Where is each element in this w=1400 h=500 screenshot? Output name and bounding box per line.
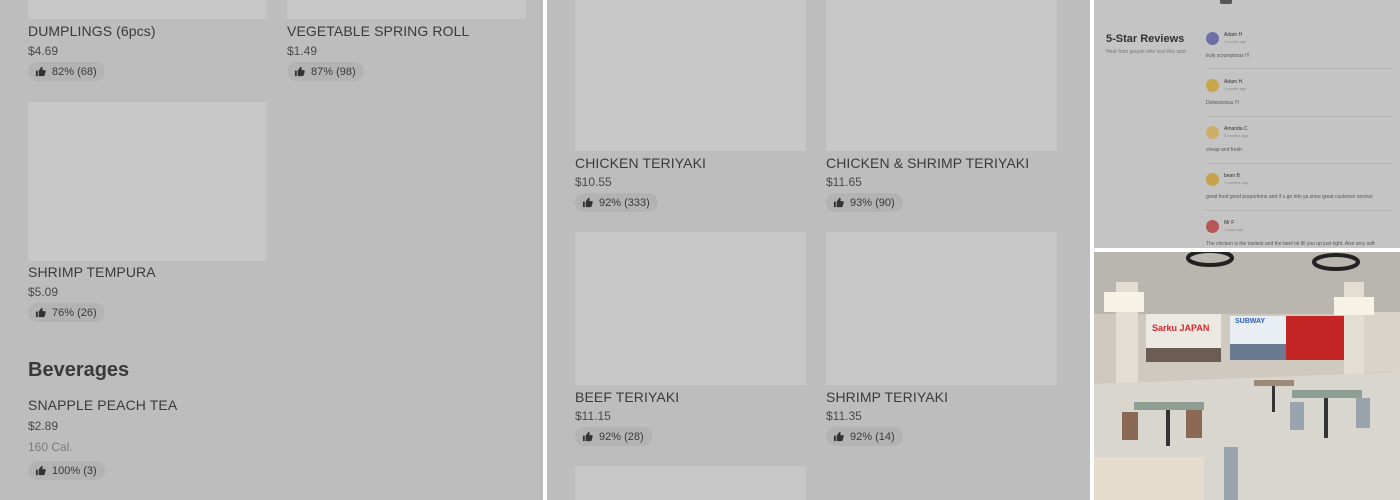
item-image[interactable]: [826, 0, 1057, 151]
review-item[interactable]: Mr F 1 year ago The chicken is the tasti…: [1206, 220, 1392, 248]
reviewer-name: Adam H: [1224, 32, 1243, 38]
review-time: 1 year ago: [1224, 227, 1243, 232]
rating-badge: 100% (3): [28, 461, 105, 480]
item-image[interactable]: [575, 232, 806, 385]
store-sign: SUBWAY: [1235, 318, 1266, 325]
divider: [1206, 68, 1392, 69]
review-text: truly scrumptious !!!: [1206, 53, 1250, 59]
item-price: $11.15: [575, 409, 611, 423]
rating-text: 87% (98): [311, 65, 356, 78]
rating-badge: 82% (68): [28, 62, 105, 81]
item-price: $4.69: [28, 44, 59, 58]
scroll-indicator: [1220, 0, 1232, 4]
item-name[interactable]: SHRIMP TERIYAKI: [826, 389, 948, 405]
location-photo[interactable]: Sarku JAPAN SUBWAY: [1094, 252, 1400, 500]
food-court-photo: [1094, 252, 1400, 500]
item-name[interactable]: CHICKEN & SHRIMP TERIYAKI: [826, 155, 1029, 171]
review-item[interactable]: Adam H 1 month ago truly scrumptious !!!: [1206, 32, 1392, 69]
item-price: $10.55: [575, 175, 612, 189]
rating-badge: 93% (90): [826, 193, 903, 212]
item-image[interactable]: [575, 0, 806, 151]
avatar: [1206, 173, 1219, 186]
avatar: [1206, 220, 1219, 233]
review-time: 7 months ago: [1224, 180, 1249, 185]
reviewer-name: Adam H.: [1224, 79, 1244, 85]
item-image[interactable]: [575, 466, 806, 500]
item-name[interactable]: CHICKEN TERIYAKI: [575, 155, 706, 171]
review-item[interactable]: Adam H. 1 month ago Delwwicious !!!: [1206, 79, 1392, 117]
item-price: $5.09: [28, 285, 59, 299]
review-time: 1 month ago: [1224, 39, 1247, 44]
item-name[interactable]: DUMPLINGS (6pcs): [28, 23, 156, 39]
reviewer-name: Mr F: [1224, 220, 1235, 226]
rating-text: 92% (14): [850, 430, 895, 443]
rating-badge: 76% (26): [28, 303, 105, 322]
review-time: 5 months ago: [1224, 133, 1249, 138]
store-sign: Sarku JAPAN: [1152, 323, 1210, 333]
divider: [1206, 210, 1392, 211]
rating-text: 93% (90): [850, 196, 895, 209]
item-image[interactable]: [28, 0, 267, 19]
rating-text: 76% (26): [52, 306, 97, 319]
thumbs-up-icon: [833, 431, 844, 442]
review-text: Delwwicious !!!: [1206, 100, 1240, 106]
item-calories: 160 Cal.: [28, 440, 73, 454]
menu-panel-middle: CHICKEN TERIYAKI $10.55 92% (333) CHICKE…: [547, 0, 1090, 500]
rating-badge: 87% (98): [287, 62, 364, 81]
review-text: The chicken is the tastiest and the beef…: [1206, 241, 1375, 247]
divider: [1206, 116, 1392, 117]
review-item[interactable]: bean B 7 months ago great food good porp…: [1206, 173, 1392, 211]
menu-panel-left: DUMPLINGS (6pcs) $4.69 82% (68) VEGETABL…: [0, 0, 543, 500]
rating-text: 92% (28): [599, 430, 644, 443]
reviews-title: 5-Star Reviews: [1106, 33, 1185, 45]
rating-badge: 92% (28): [575, 427, 652, 446]
divider: [1206, 163, 1392, 164]
review-time: 1 month ago: [1224, 86, 1247, 91]
reviews-panel: 5-Star Reviews Hear from people who love…: [1094, 0, 1400, 248]
item-image[interactable]: [28, 102, 267, 261]
rating-text: 100% (3): [52, 464, 97, 477]
thumbs-up-icon: [294, 66, 305, 77]
item-name[interactable]: BEEF TERIYAKI: [575, 389, 679, 405]
rating-text: 82% (68): [52, 65, 97, 78]
item-name[interactable]: SNAPPLE PEACH TEA: [28, 397, 177, 413]
avatar: [1206, 126, 1219, 139]
section-title-beverages: Beverages: [28, 359, 130, 381]
review-text: great food good porportions and if u go …: [1206, 194, 1373, 200]
thumbs-up-icon: [35, 66, 46, 77]
avatar: [1206, 79, 1219, 92]
reviewer-name: Amanda C: [1224, 126, 1248, 132]
rating-badge: 92% (333): [575, 193, 658, 212]
thumbs-up-icon: [833, 197, 844, 208]
review-item[interactable]: Amanda C 5 months ago cheap and fresh: [1206, 126, 1392, 164]
item-name[interactable]: VEGETABLE SPRING ROLL: [287, 23, 469, 39]
item-price: $1.49: [287, 44, 318, 58]
item-image[interactable]: [826, 232, 1057, 385]
item-name[interactable]: SHRIMP TEMPURA: [28, 264, 156, 280]
reviews-subtitle: Hear from people who love this spot: [1106, 49, 1186, 55]
rating-badge: 92% (14): [826, 427, 903, 446]
item-price: $11.65: [826, 175, 862, 189]
thumbs-up-icon: [35, 307, 46, 318]
thumbs-up-icon: [35, 465, 46, 476]
item-price: $11.35: [826, 409, 862, 423]
review-text: cheap and fresh: [1206, 147, 1242, 153]
reviewer-name: bean B: [1224, 173, 1240, 179]
rating-text: 92% (333): [599, 196, 650, 209]
item-price: $2.89: [28, 419, 59, 433]
item-image[interactable]: [287, 0, 526, 19]
thumbs-up-icon: [582, 197, 593, 208]
thumbs-up-icon: [582, 431, 593, 442]
avatar: [1206, 32, 1219, 45]
